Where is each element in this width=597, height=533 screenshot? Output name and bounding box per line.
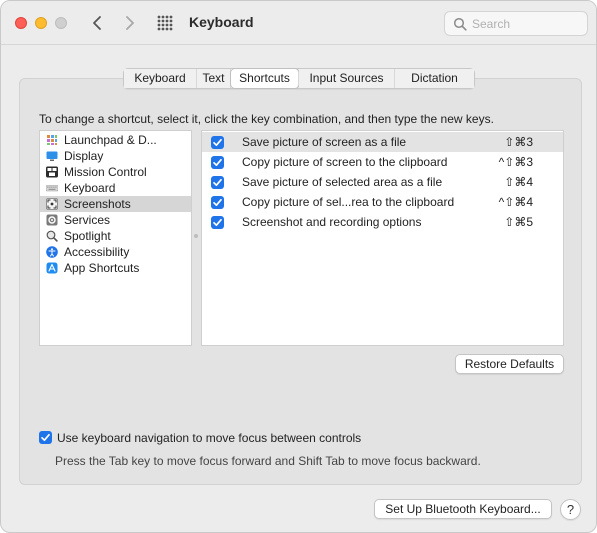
shortcut-enabled-checkbox[interactable]: [211, 196, 224, 209]
shortcut-row[interactable]: Copy picture of sel...rea to the clipboa…: [202, 192, 563, 212]
shortcut-label: Save picture of selected area as a file: [242, 175, 443, 189]
checkmark-icon: [213, 178, 222, 187]
zoom-window-button[interactable]: [55, 17, 67, 29]
shortcut-enabled-checkbox[interactable]: [211, 156, 224, 169]
restore-defaults-button[interactable]: Restore Defaults: [455, 354, 564, 374]
chevron-left-icon: [93, 16, 101, 30]
shortcut-category-list: Launchpad & D... Display Mission Control…: [39, 130, 192, 346]
category-mission-control[interactable]: Mission Control: [40, 164, 191, 180]
category-spotlight[interactable]: Spotlight: [40, 228, 191, 244]
list-splitter-handle[interactable]: [194, 234, 198, 240]
minimize-window-button[interactable]: [35, 17, 47, 29]
shortcut-enabled-checkbox[interactable]: [211, 136, 224, 149]
mission-control-icon: [46, 166, 58, 178]
setup-bluetooth-keyboard-button[interactable]: Set Up Bluetooth Keyboard...: [374, 499, 552, 519]
keyboard-navigation-help-text: Press the Tab key to move focus forward …: [55, 454, 481, 468]
screenshots-icon: [46, 198, 58, 210]
tab-text[interactable]: Text: [197, 69, 231, 88]
category-display[interactable]: Display: [40, 148, 191, 164]
shortcut-label: Screenshot and recording options: [242, 215, 422, 229]
tab-input-sources[interactable]: Input Sources: [299, 69, 395, 88]
category-screenshots[interactable]: Screenshots: [40, 196, 191, 212]
shortcut-keys[interactable]: ⇧⌘5: [504, 212, 533, 232]
checkmark-icon: [213, 158, 222, 167]
grid-icon: [157, 15, 173, 31]
search-icon: [453, 17, 467, 31]
shortcut-list: Save picture of screen as a file ⇧⌘3 Cop…: [201, 130, 564, 346]
keyboard-navigation-label[interactable]: Use keyboard navigation to move focus be…: [57, 431, 361, 445]
shortcut-enabled-checkbox[interactable]: [211, 216, 224, 229]
shortcut-keys[interactable]: ^⇧⌘3: [499, 152, 533, 172]
category-label: App Shortcuts: [64, 261, 140, 275]
window-title: Keyboard: [189, 14, 254, 30]
category-launchpad[interactable]: Launchpad & D...: [40, 132, 191, 148]
category-label: Accessibility: [64, 245, 130, 259]
checkmark-icon: [213, 198, 222, 207]
search-input[interactable]: [472, 15, 582, 33]
title-bar: Keyboard: [1, 1, 596, 45]
instruction-text: To change a shortcut, select it, click t…: [39, 112, 494, 126]
back-button[interactable]: [87, 10, 109, 36]
category-label: Keyboard: [64, 181, 116, 195]
close-window-button[interactable]: [15, 17, 27, 29]
keyboard-preferences-window: Keyboard Keyboard Text Shortcuts Input S…: [0, 0, 597, 533]
keyboard-navigation-checkbox[interactable]: [39, 431, 52, 444]
shortcut-enabled-checkbox[interactable]: [211, 176, 224, 189]
help-button[interactable]: ?: [560, 499, 581, 520]
shortcut-row[interactable]: Screenshot and recording options ⇧⌘5: [202, 212, 563, 232]
shortcut-row[interactable]: Copy picture of screen to the clipboard …: [202, 152, 563, 172]
shortcut-label: Save picture of screen as a file: [242, 135, 407, 149]
forward-button[interactable]: [118, 10, 140, 36]
shortcut-row[interactable]: Save picture of screen as a file ⇧⌘3: [202, 132, 563, 152]
category-label: Launchpad & D...: [64, 133, 157, 147]
tab-shortcuts[interactable]: Shortcuts: [231, 69, 299, 88]
shortcut-keys[interactable]: ⇧⌘4: [504, 172, 533, 192]
accessibility-icon: [46, 246, 58, 258]
category-label: Display: [64, 149, 104, 163]
category-label: Mission Control: [64, 165, 147, 179]
category-label: Spotlight: [64, 229, 111, 243]
shortcut-keys[interactable]: ^⇧⌘4: [499, 192, 533, 212]
keyboard-icon: [46, 185, 58, 192]
checkmark-icon: [41, 433, 50, 442]
shortcut-label: Copy picture of sel...rea to the clipboa…: [242, 195, 455, 209]
launchpad-icon: [47, 135, 57, 145]
category-services[interactable]: Services: [40, 212, 191, 228]
tab-dictation[interactable]: Dictation: [395, 69, 474, 88]
tab-bar: Keyboard Text Shortcuts Input Sources Di…: [123, 68, 475, 89]
search-field[interactable]: [444, 11, 588, 36]
chevron-right-icon: [126, 16, 134, 30]
checkmark-icon: [213, 218, 222, 227]
display-icon: [46, 151, 58, 161]
spotlight-icon: [46, 230, 58, 242]
shortcut-label: Copy picture of screen to the clipboard: [242, 155, 448, 169]
category-accessibility[interactable]: Accessibility: [40, 244, 191, 260]
category-label: Services: [64, 213, 111, 227]
tab-keyboard[interactable]: Keyboard: [124, 69, 197, 88]
category-app-shortcuts[interactable]: App Shortcuts: [40, 260, 191, 276]
services-icon: [46, 214, 58, 226]
category-label: Screenshots: [64, 197, 131, 211]
checkmark-icon: [213, 138, 222, 147]
category-keyboard[interactable]: Keyboard: [40, 180, 191, 196]
shortcut-keys[interactable]: ⇧⌘3: [504, 132, 533, 152]
show-all-preferences-button[interactable]: [157, 15, 173, 31]
app-shortcuts-icon: [46, 262, 58, 274]
shortcut-row[interactable]: Save picture of selected area as a file …: [202, 172, 563, 192]
